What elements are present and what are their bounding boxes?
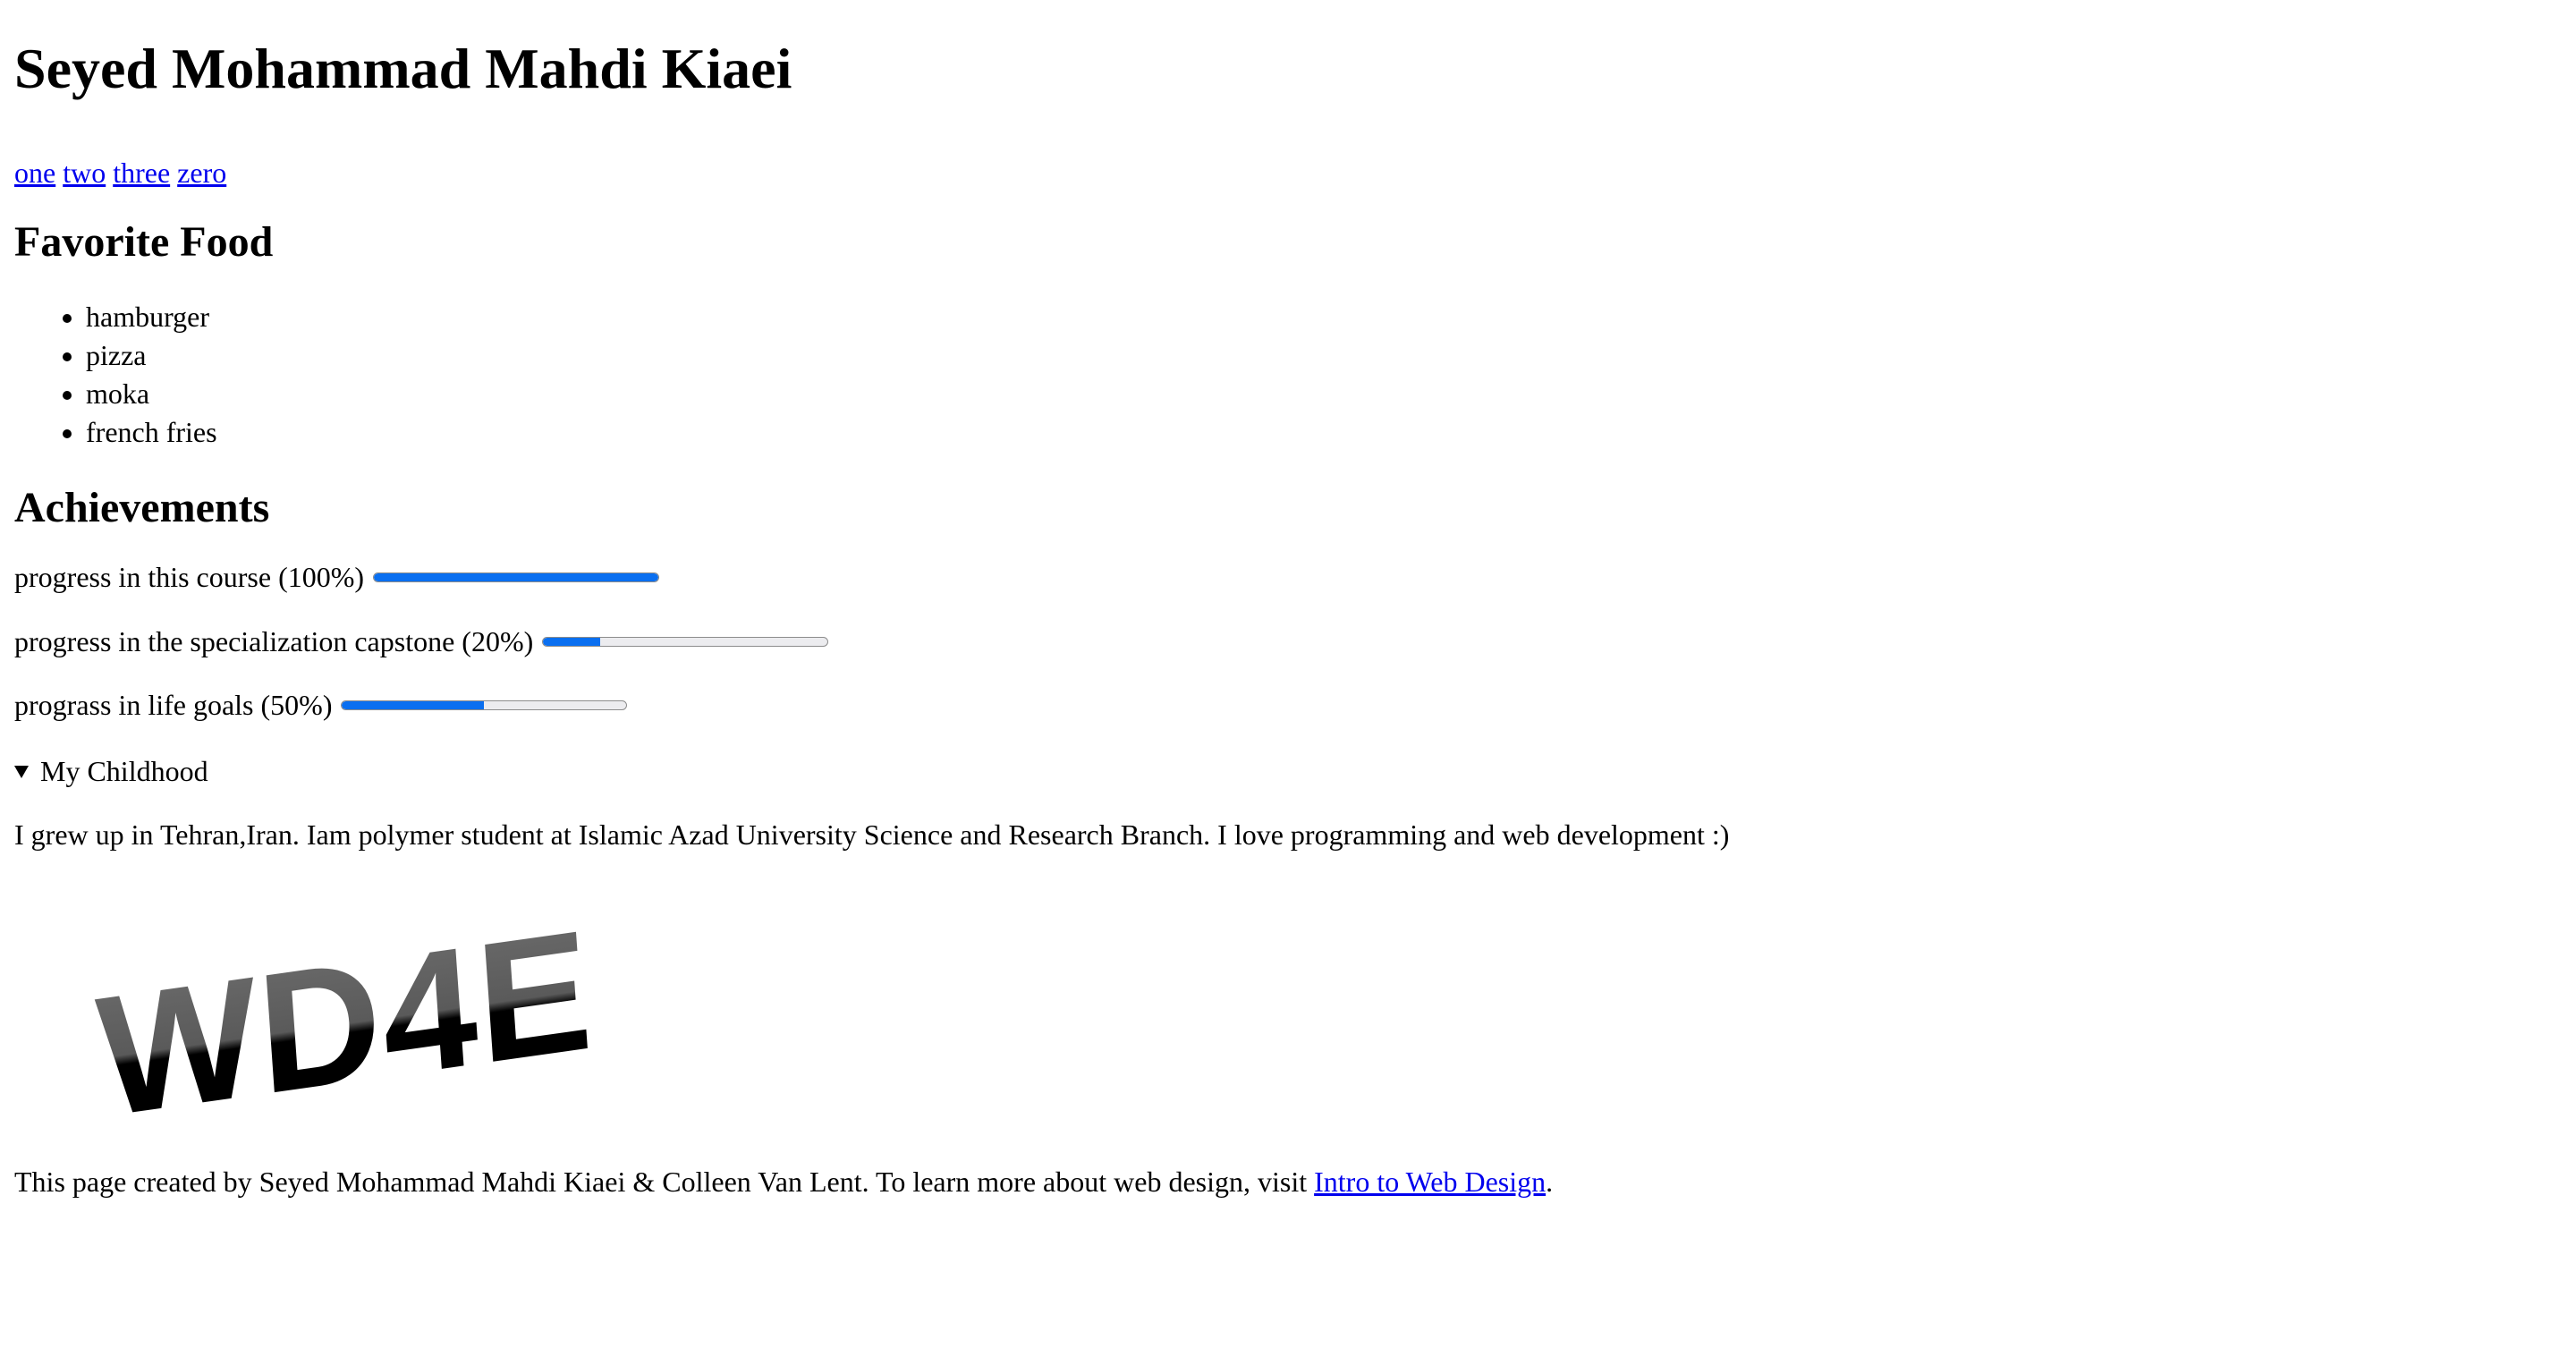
wd4e-logo: WD4E (14, 857, 640, 1153)
progress-row-life-goals: prograss in life goals (50%) (14, 687, 2562, 723)
progress-label: progress in this course (100%) (14, 561, 365, 593)
nav-link-three[interactable]: three (113, 157, 170, 189)
page-title: Seyed Mohammad Mahdi Kiaei (14, 37, 792, 100)
footer: This page created by Seyed Mohammad Mahd… (14, 1164, 2562, 1200)
childhood-text: I grew up in Tehran,Iran. Iam polymer st… (14, 818, 1730, 851)
footer-text: This page created by Seyed Mohammad Mahd… (14, 1166, 1315, 1198)
disclosure-triangle-icon (14, 766, 29, 778)
nav-link-zero[interactable]: zero (177, 157, 226, 189)
progress-fill (543, 637, 600, 646)
childhood-summary[interactable]: My Childhood (14, 753, 2562, 789)
progress-label: prograss in life goals (50%) (14, 689, 333, 721)
progress-row-capstone: progress in the specialization capstone … (14, 623, 2562, 659)
wd4e-logo-text: WD4E (92, 894, 598, 1125)
favorite-food-heading: Favorite Food (14, 218, 274, 266)
list-item: moka (86, 375, 2562, 413)
wd4e-logo-image: WD4E (92, 894, 598, 1153)
progress-bar-life-goals (341, 699, 628, 710)
favorite-food-list: hamburger pizza moka french fries (14, 298, 2562, 452)
footer-suffix: . (1546, 1166, 1554, 1198)
achievements-heading: Achievements (14, 484, 270, 531)
progress-fill (342, 700, 485, 709)
progress-bar-capstone (542, 636, 829, 647)
nav-link-one[interactable]: one (14, 157, 55, 189)
progress-label: progress in the specialization capstone … (14, 625, 534, 657)
page: Seyed Mohammad Mahdi Kiaei one two three… (0, 33, 2576, 1200)
list-item: hamburger (86, 298, 2562, 336)
intro-web-design-link[interactable]: Intro to Web Design (1314, 1166, 1546, 1198)
progress-bar-course (373, 572, 660, 582)
nav-link-two[interactable]: two (63, 157, 106, 189)
list-item: pizza (86, 336, 2562, 375)
list-item: french fries (86, 413, 2562, 452)
progress-fill (374, 572, 659, 581)
childhood-summary-label: My Childhood (40, 755, 208, 787)
progress-row-course: progress in this course (100%) (14, 559, 2562, 595)
